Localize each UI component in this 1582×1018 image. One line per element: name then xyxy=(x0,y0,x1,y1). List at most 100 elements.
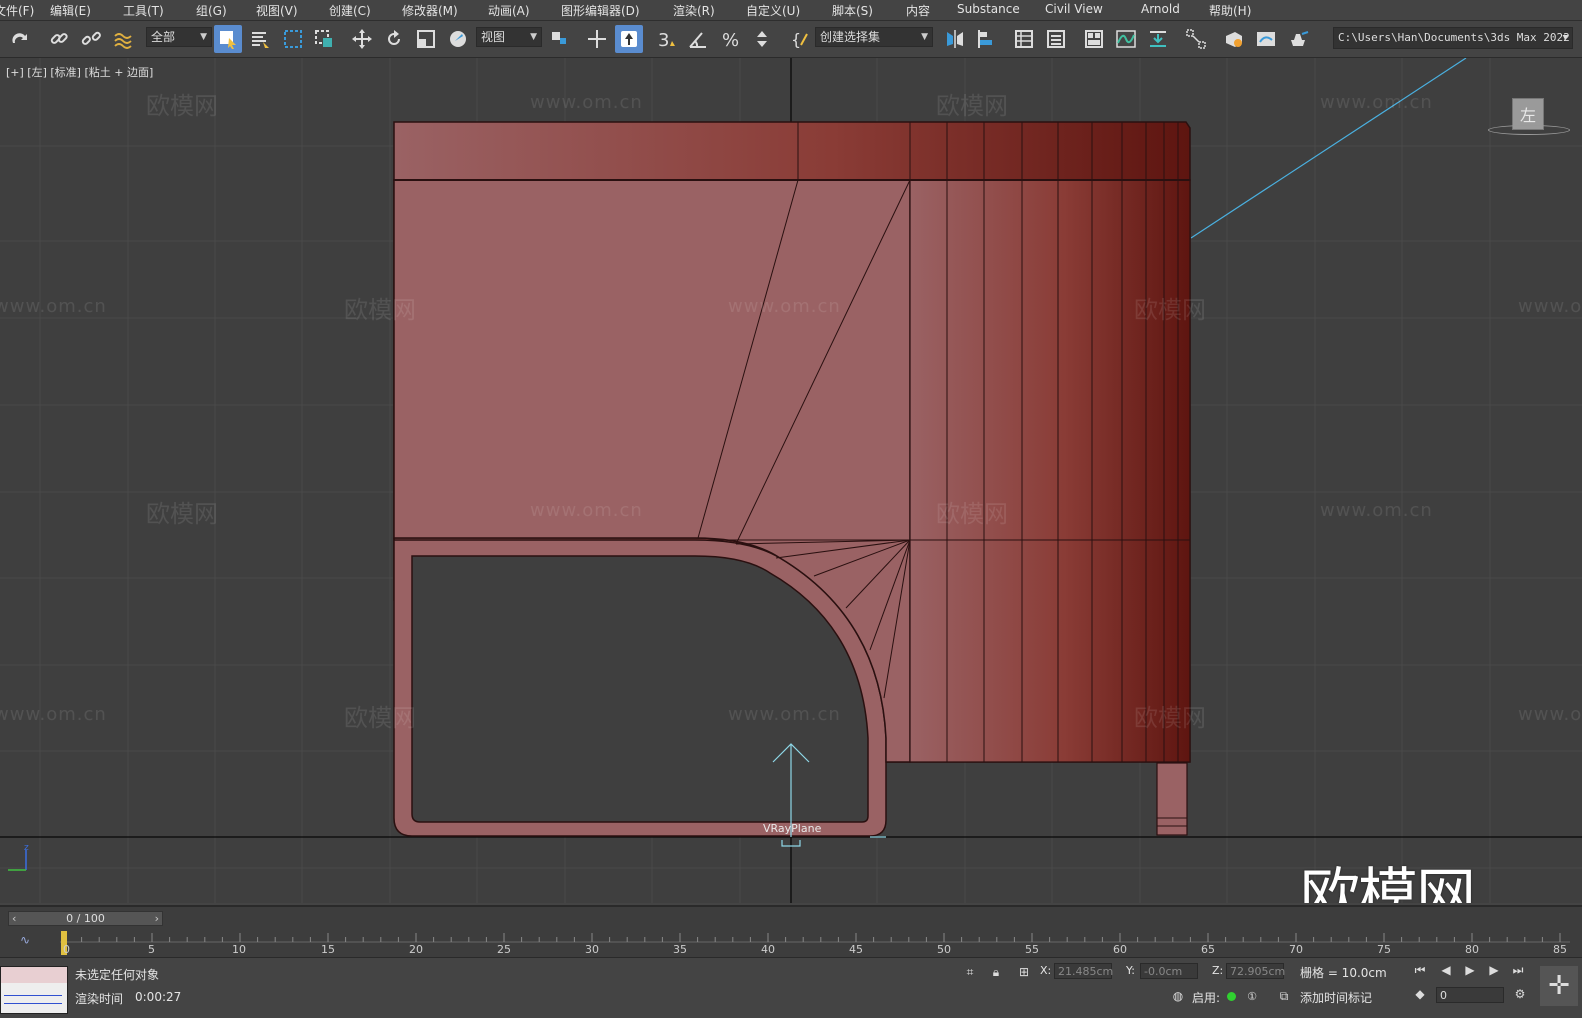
named-selection-set-select[interactable]: 创建选择集 ▼ xyxy=(815,27,933,47)
selection-lock-icon[interactable]: 🔒︎ xyxy=(986,962,1006,982)
project-path-field[interactable]: C:\Users\Han\Documents\3ds Max 2022 ▼ xyxy=(1333,27,1573,49)
watermark-url: www.om.cn xyxy=(0,296,107,317)
watermark-url: www.om.cn xyxy=(0,704,107,725)
menu-create[interactable]: 创建(C) xyxy=(329,2,371,19)
mirror-icon[interactable] xyxy=(941,25,969,53)
z-coord-label: Z: xyxy=(1212,964,1224,977)
edit-named-selection-icon[interactable]: { xyxy=(786,25,814,53)
x-coord-field[interactable]: 21.485cm xyxy=(1054,963,1113,979)
add-time-tag[interactable]: 添加时间标记 xyxy=(1300,989,1372,1006)
viewport-navigation-icon[interactable]: ✛ xyxy=(1540,966,1578,1006)
select-object-icon[interactable] xyxy=(214,25,242,53)
key-mode-icon[interactable]: ◆ xyxy=(1410,984,1430,1004)
menu-bar: 文件(F) 编辑(E) 工具(T) 组(G) 视图(V) 创建(C) 修改器(M… xyxy=(0,0,1582,21)
layer-explorer-icon[interactable] xyxy=(1042,25,1070,53)
status-indicator-icon xyxy=(1227,992,1236,1001)
play-icon[interactable]: ▶ xyxy=(1460,960,1480,980)
timeline: ‹ 0 / 100 › ∿ 0 5 10 15 20 25 30 35 40 4… xyxy=(0,905,1582,957)
bind-space-warp-icon[interactable] xyxy=(109,25,137,53)
absolute-mode-icon[interactable]: ⊞ xyxy=(1014,962,1034,982)
menu-help[interactable]: 帮助(H) xyxy=(1209,2,1251,19)
watermark: 欧模网 xyxy=(344,296,416,324)
viewport-label[interactable]: [+] [左] [标准] [粘土 + 边面] xyxy=(6,64,153,80)
z-coord-field[interactable]: 72.905cm xyxy=(1226,963,1285,979)
select-manipulate-icon[interactable] xyxy=(583,25,611,53)
align-icon[interactable] xyxy=(973,25,1001,53)
render-production-icon[interactable] xyxy=(1284,25,1312,53)
menu-edit[interactable]: 编辑(E) xyxy=(50,2,91,19)
menu-content[interactable]: 内容 xyxy=(906,2,930,19)
tick-label: 75 xyxy=(1377,943,1391,956)
y-coord-field[interactable]: -0.0cm xyxy=(1140,963,1198,979)
pivot-center-icon[interactable] xyxy=(545,25,573,53)
menu-scripting[interactable]: 脚本(S) xyxy=(832,2,873,19)
ribbon-toggle-icon[interactable] xyxy=(1080,25,1108,53)
menu-customize[interactable]: 自定义(U) xyxy=(746,2,800,19)
menu-rendering[interactable]: 渲染(R) xyxy=(673,2,715,19)
curve-editor-icon[interactable] xyxy=(1112,25,1140,53)
render-time-label: 渲染时间 xyxy=(75,992,124,1006)
dope-sheet-icon[interactable] xyxy=(1144,25,1172,53)
adaptive-degradation-icon[interactable]: ◍ xyxy=(1168,986,1188,1006)
go-to-end-icon[interactable]: ⏭ xyxy=(1508,960,1528,980)
tick-label: 15 xyxy=(321,943,335,956)
tick-label: 60 xyxy=(1113,943,1127,956)
time-tag-icon[interactable]: ⧉ xyxy=(1274,986,1294,1006)
time-config-icon[interactable]: ⚙ xyxy=(1510,984,1530,1004)
svg-text:z: z xyxy=(24,843,29,853)
link-icon[interactable] xyxy=(45,25,73,53)
info-badge-icon[interactable]: ① xyxy=(1242,986,1262,1006)
menu-file[interactable]: 文件(F) xyxy=(0,2,34,19)
rect-selection-region-icon[interactable] xyxy=(279,25,307,53)
keyboard-shortcut-override-icon[interactable] xyxy=(615,25,643,53)
select-by-name-icon[interactable] xyxy=(246,25,274,53)
rendered-frame-window-icon[interactable] xyxy=(1252,25,1280,53)
menu-arnold[interactable]: Arnold xyxy=(1141,2,1180,16)
current-frame-input[interactable]: 0 xyxy=(1436,987,1504,1003)
scale-icon[interactable] xyxy=(412,25,440,53)
previous-frame-icon[interactable]: ◀ xyxy=(1436,960,1456,980)
tick-label: 80 xyxy=(1465,943,1479,956)
timeline-ruler[interactable]: 0 5 10 15 20 25 30 35 40 45 50 55 60 65 … xyxy=(60,931,1570,956)
isolate-selection-icon[interactable]: ⌗ xyxy=(960,962,980,982)
render-setup-icon[interactable] xyxy=(1220,25,1248,53)
menu-graph-editors[interactable]: 图形编辑器(D) xyxy=(561,2,640,19)
menu-substance[interactable]: Substance xyxy=(957,2,1020,16)
go-to-start-icon[interactable]: ⏮ xyxy=(1410,960,1430,980)
snaps-toggle-icon[interactable]: 3 xyxy=(652,25,680,53)
next-frame-arrow[interactable]: › xyxy=(155,912,159,925)
angle-snap-icon[interactable] xyxy=(684,25,712,53)
unlink-icon[interactable] xyxy=(77,25,105,53)
spinner-snap-icon[interactable] xyxy=(748,25,776,53)
enable-label: 启用: xyxy=(1192,991,1221,1005)
move-icon[interactable] xyxy=(348,25,376,53)
watermark: 欧模网 xyxy=(344,704,416,732)
svg-text:3: 3 xyxy=(658,30,669,50)
viewport-left[interactable]: z [+] [左] [标准] [粘土 + 边面] 欧模网 www.om.cn 欧… xyxy=(0,58,1582,903)
rotate-icon[interactable] xyxy=(380,25,408,53)
y-coord-label: Y: xyxy=(1126,964,1135,977)
tick-label: 40 xyxy=(761,943,775,956)
redo-icon[interactable] xyxy=(6,25,34,53)
mini-curve-editor-icon[interactable]: ∿ xyxy=(20,933,30,947)
menu-animation[interactable]: 动画(A) xyxy=(488,2,530,19)
scene-explorer-icon[interactable] xyxy=(1010,25,1038,53)
menu-modifiers[interactable]: 修改器(M) xyxy=(402,2,458,19)
place-icon[interactable] xyxy=(444,25,472,53)
menu-tools[interactable]: 工具(T) xyxy=(123,2,164,19)
menu-views[interactable]: 视图(V) xyxy=(256,2,298,19)
watermark-url: www.om.cn xyxy=(728,296,841,317)
percent-snap-icon[interactable]: % xyxy=(716,25,744,53)
reference-coord-select[interactable]: 视图 ▼ xyxy=(476,27,542,47)
selection-status: 未选定任何对象 xyxy=(75,968,160,982)
window-crossing-icon[interactable] xyxy=(310,25,338,53)
watermark-url: www.om.cn xyxy=(1320,500,1433,521)
viewcube-compass-ring[interactable] xyxy=(1488,125,1570,135)
menu-civil-view[interactable]: Civil View xyxy=(1045,2,1103,16)
next-frame-icon[interactable]: ▶ xyxy=(1484,960,1504,980)
selection-filter-select[interactable]: 全部 ▼ xyxy=(146,27,212,47)
schematic-view-icon[interactable] xyxy=(1182,25,1210,53)
menu-group[interactable]: 组(G) xyxy=(196,2,227,19)
time-slider[interactable]: ‹ 0 / 100 › xyxy=(8,911,163,926)
maxscript-listener-thumbnail[interactable] xyxy=(0,966,68,1014)
